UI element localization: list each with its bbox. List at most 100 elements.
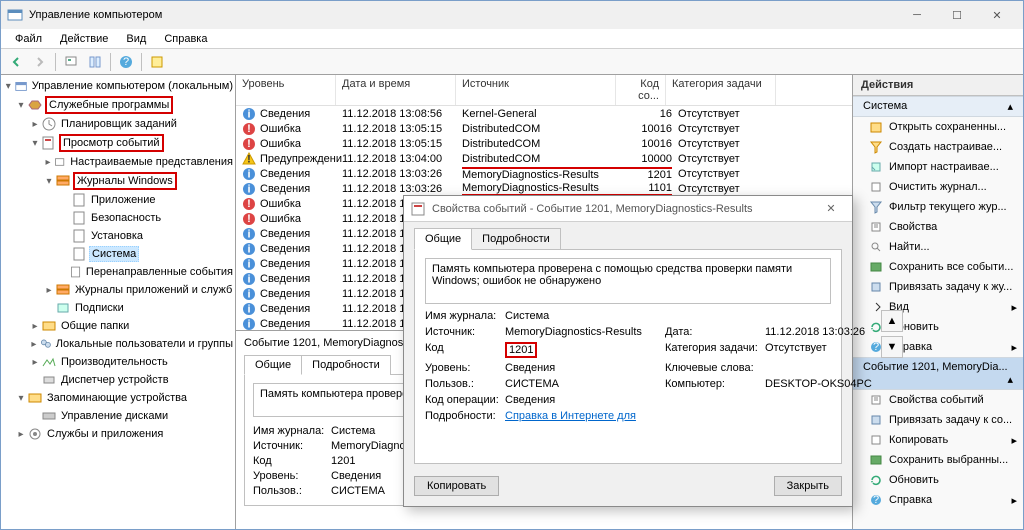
action-item[interactable]: Привязать задачу к жу... <box>853 277 1023 297</box>
action-item[interactable]: Копировать▸ <box>853 430 1023 450</box>
action-item[interactable]: Свойства событий <box>853 390 1023 410</box>
list-header[interactable]: Уровень Дата и время Источник Код со... … <box>236 75 852 106</box>
close-button[interactable]: ✕ <box>977 4 1017 26</box>
col-source[interactable]: Источник <box>456 75 616 105</box>
col-level[interactable]: Уровень <box>236 75 336 105</box>
lbl-code: Код <box>253 455 331 467</box>
tree-pane[interactable]: ▾Управление компьютером (локальным) ▾Слу… <box>1 75 236 529</box>
dialog-title: Свойства событий - Событие 1201, MemoryD… <box>432 203 816 215</box>
tree-device-manager[interactable]: Диспетчер устройств <box>59 373 171 387</box>
dlg-close-button[interactable]: Закрыть <box>774 476 842 496</box>
tree-root[interactable]: Управление компьютером (локальным) <box>30 79 235 93</box>
tree-log-setup[interactable]: Установка <box>89 229 145 243</box>
svg-text:!: ! <box>247 153 251 165</box>
tree-services[interactable]: Службы и приложения <box>45 427 165 441</box>
back-button[interactable] <box>5 51 27 73</box>
actions-header: Действия <box>853 75 1023 96</box>
tree-performance[interactable]: Производительность <box>59 355 170 369</box>
lbl-level: Уровень: <box>253 470 331 482</box>
menu-file[interactable]: Файл <box>7 31 50 47</box>
action-item[interactable]: Создать настраивае... <box>853 137 1023 157</box>
help-icon[interactable]: ? <box>115 51 137 73</box>
event-row[interactable]: !Ошибка11.12.2018 13:05:15DistributedCOM… <box>236 121 852 136</box>
action-item[interactable]: Найти... <box>853 237 1023 257</box>
minimize-button[interactable]: ─ <box>897 4 937 26</box>
titlebar: Управление компьютером ─ ☐ ✕ <box>1 1 1023 29</box>
lbl-src: Источник: <box>253 440 331 452</box>
action-item[interactable]: Свойства <box>853 217 1023 237</box>
action-item[interactable]: Сохранить выбранны... <box>853 450 1023 470</box>
toolbar-icon-1[interactable] <box>60 51 82 73</box>
action-item[interactable]: Привязать задачу к со... <box>853 410 1023 430</box>
svg-text:i: i <box>247 168 250 180</box>
tree-custom-views[interactable]: Настраиваемые представления <box>68 155 235 169</box>
dialog-close-icon[interactable]: ✕ <box>816 202 846 215</box>
tree-users[interactable]: Локальные пользователи и группы <box>54 337 235 351</box>
svg-text:i: i <box>247 273 250 285</box>
event-properties-dialog: Свойства событий - Событие 1201, MemoryD… <box>403 195 853 507</box>
tab-details[interactable]: Подробности <box>301 355 391 375</box>
col-category[interactable]: Категория задачи <box>666 75 776 105</box>
dlg-code-value: 1201 <box>505 342 537 358</box>
tree-log-application[interactable]: Приложение <box>89 193 158 207</box>
tab-general[interactable]: Общие <box>244 355 302 375</box>
maximize-button[interactable]: ☐ <box>937 4 977 26</box>
actions-sub-event[interactable]: Событие 1201, MemoryDia...▴ <box>853 357 1023 390</box>
action-item[interactable]: ?Справка▸ <box>853 337 1023 357</box>
action-item[interactable]: Обновить <box>853 317 1023 337</box>
tree-app-logs[interactable]: Журналы приложений и служб <box>73 283 234 297</box>
action-item[interactable]: Фильтр текущего жур... <box>853 197 1023 217</box>
tree-event-viewer[interactable]: Просмотр событий <box>59 134 164 152</box>
action-item[interactable]: Очистить журнал... <box>853 177 1023 197</box>
event-row[interactable]: !Ошибка11.12.2018 13:05:15DistributedCOM… <box>236 136 852 151</box>
action-item[interactable]: Импорт настраивае... <box>853 157 1023 177</box>
dialog-icon <box>410 201 426 217</box>
dlg-nav-up[interactable]: ▲ <box>881 310 903 332</box>
svg-text:i: i <box>247 228 250 240</box>
dlg-tab-general[interactable]: Общие <box>414 228 472 250</box>
menu-view[interactable]: Вид <box>118 31 154 47</box>
tree-utils[interactable]: Служебные программы <box>45 96 173 114</box>
actions-pane: Действия Система▴ Открыть сохраненны...С… <box>853 75 1023 529</box>
toolbar-icon-3[interactable] <box>146 51 168 73</box>
col-code[interactable]: Код со... <box>616 75 666 105</box>
dlg-message: Память компьютера проверена с помощью ср… <box>425 258 831 304</box>
action-item[interactable]: Вид▸ <box>853 297 1023 317</box>
tree-subscriptions[interactable]: Подписки <box>73 301 126 315</box>
tree-storage[interactable]: Запоминающие устройства <box>45 391 189 405</box>
dlg-nav-down[interactable]: ▼ <box>881 336 903 358</box>
dlg-help-link[interactable]: Справка в Интернете для <box>505 410 875 422</box>
app-icon <box>7 7 23 23</box>
tree-windows-logs[interactable]: Журналы Windows <box>73 172 177 190</box>
window-title: Управление компьютером <box>29 9 897 21</box>
dlg-copy-button[interactable]: Копировать <box>414 476 499 496</box>
action-item[interactable]: Обновить <box>853 470 1023 490</box>
svg-text:!: ! <box>247 213 251 225</box>
event-row[interactable]: !Предупреждение11.12.2018 13:04:00Distri… <box>236 151 852 166</box>
action-item[interactable]: Сохранить все событи... <box>853 257 1023 277</box>
dlg-tab-details[interactable]: Подробности <box>471 228 561 250</box>
tree-disk-mgmt[interactable]: Управление дисками <box>59 409 170 423</box>
action-item[interactable]: ?Справка▸ <box>853 490 1023 510</box>
svg-text:!: ! <box>247 138 251 150</box>
svg-text:i: i <box>247 258 250 270</box>
svg-text:?: ? <box>123 56 129 68</box>
svg-text:i: i <box>247 243 250 255</box>
tree-log-security[interactable]: Безопасность <box>89 211 163 225</box>
tree-log-forwarded[interactable]: Перенаправленные события <box>84 265 235 279</box>
toolbar-icon-2[interactable] <box>84 51 106 73</box>
menu-help[interactable]: Справка <box>156 31 215 47</box>
menu-action[interactable]: Действие <box>52 31 116 47</box>
col-datetime[interactable]: Дата и время <box>336 75 456 105</box>
tree-shared-folders[interactable]: Общие папки <box>59 319 131 333</box>
actions-sub-system[interactable]: Система▴ <box>853 96 1023 117</box>
svg-text:!: ! <box>247 123 251 135</box>
lbl-journal: Имя журнала: <box>253 425 331 437</box>
tree-scheduler[interactable]: Планировщик заданий <box>59 117 179 131</box>
forward-button[interactable] <box>29 51 51 73</box>
event-row[interactable]: iСведения11.12.2018 13:03:26MemoryDiagno… <box>236 166 852 181</box>
event-row[interactable]: iСведения11.12.2018 13:03:26MemoryDiagno… <box>236 181 852 196</box>
event-row[interactable]: iСведения11.12.2018 13:08:56Kernel-Gener… <box>236 106 852 121</box>
action-item[interactable]: Открыть сохраненны... <box>853 117 1023 137</box>
tree-log-system[interactable]: Система <box>89 246 139 262</box>
